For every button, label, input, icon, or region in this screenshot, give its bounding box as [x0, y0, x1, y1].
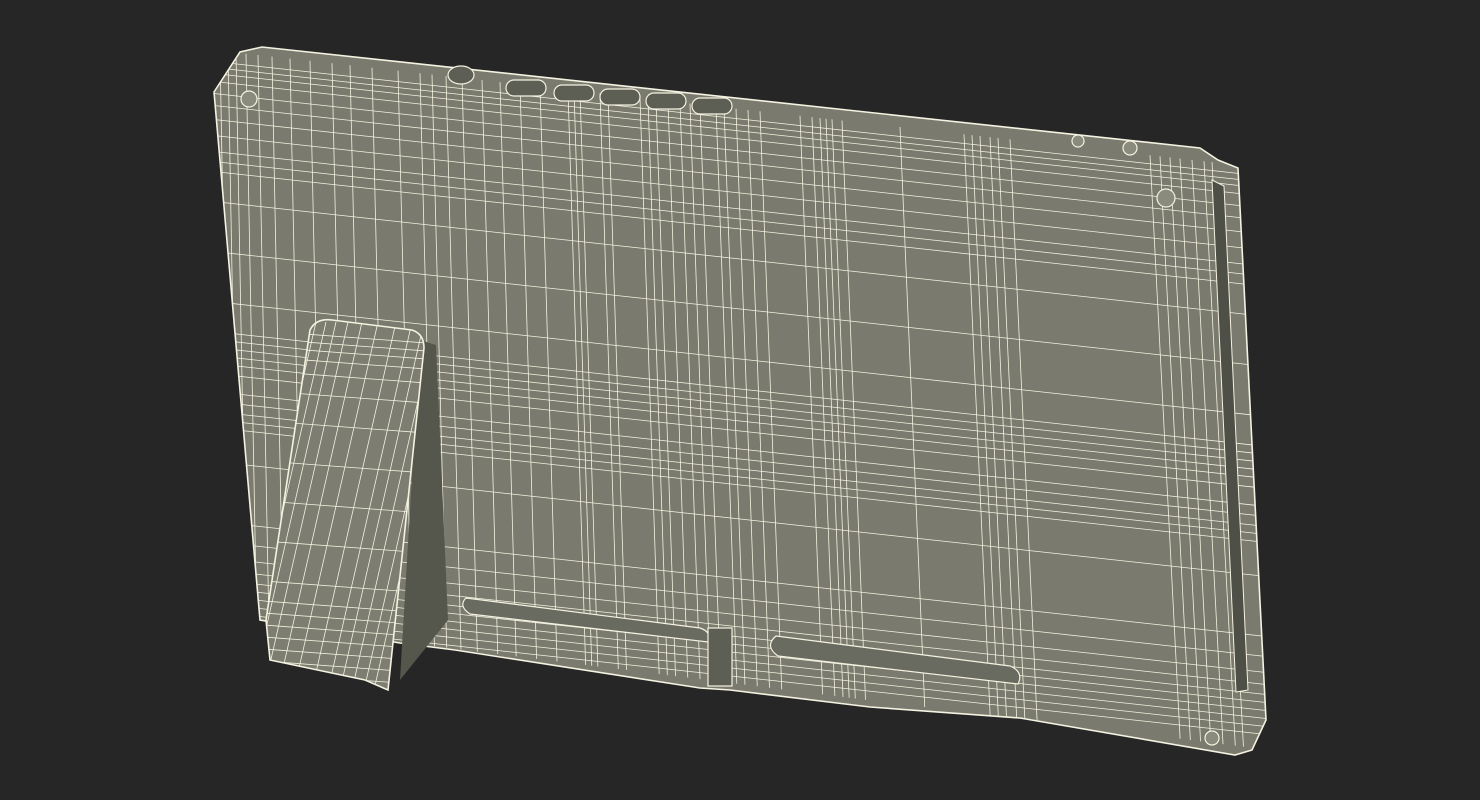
vent-slot: [505, 79, 547, 97]
screw-icon: [1156, 188, 1176, 208]
vent-slot: [599, 88, 641, 106]
wireframe-console-render: [213, 46, 1267, 756]
center-connector: [707, 627, 733, 687]
headphone-jack: [447, 65, 475, 85]
vent-slot: [645, 92, 687, 110]
vent-slot: [691, 97, 733, 115]
screw-icon: [1122, 140, 1138, 156]
screw-icon: [240, 90, 258, 108]
vent-slot: [553, 84, 595, 102]
screw-icon: [1071, 134, 1085, 148]
screw-icon: [1204, 730, 1220, 746]
render-viewport: [0, 0, 1480, 800]
